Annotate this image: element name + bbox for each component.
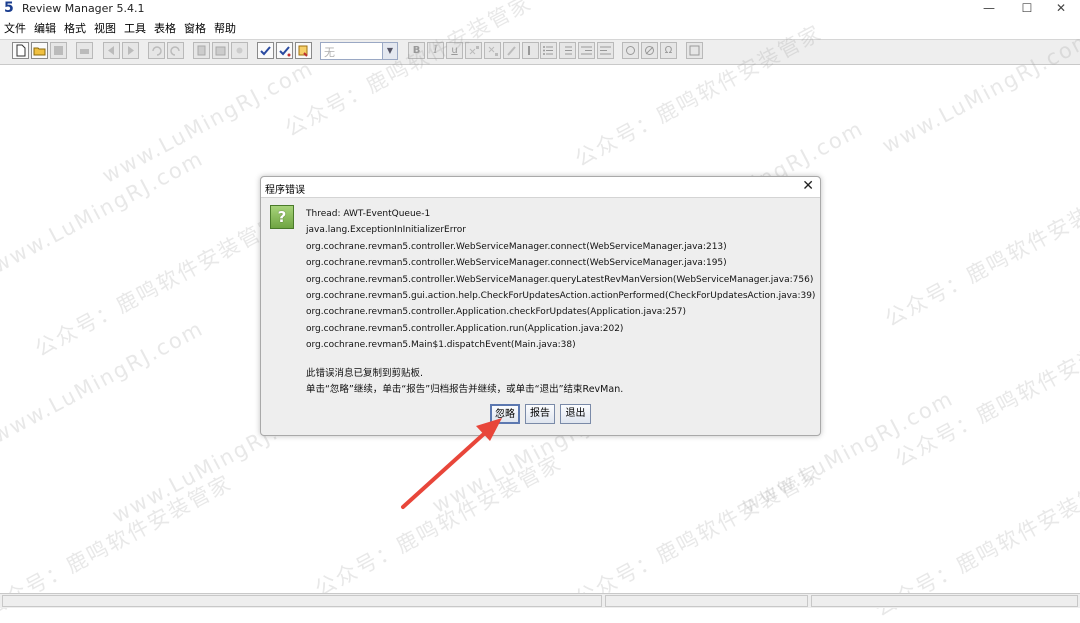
copy-icon[interactable] bbox=[193, 42, 210, 59]
checklist-icon[interactable] bbox=[295, 42, 312, 59]
paragraph-style-select[interactable]: 无 ▼ bbox=[320, 42, 398, 60]
report-button[interactable]: 报告 bbox=[525, 404, 555, 424]
cut-icon[interactable] bbox=[231, 42, 248, 59]
dialog-titlebar: 程序错误 ✕ bbox=[261, 177, 820, 198]
undo-icon[interactable] bbox=[148, 42, 165, 59]
window-title: Review Manager 5.4.1 bbox=[22, 2, 145, 15]
status-pane-right bbox=[811, 595, 1078, 607]
error-line: java.lang.ExceptionInInitializerError bbox=[306, 225, 466, 236]
error-dialog: 程序错误 ✕ ? Thread: AWT-EventQueue-1 java.l… bbox=[260, 176, 821, 436]
numbered-list-icon[interactable] bbox=[559, 42, 576, 59]
status-pane-main bbox=[2, 595, 602, 607]
chevron-down-icon[interactable]: ▼ bbox=[382, 43, 397, 59]
menu-edit[interactable]: 编辑 bbox=[30, 20, 60, 38]
exit-button[interactable]: 退出 bbox=[560, 404, 591, 424]
symbol-icon[interactable]: Ω bbox=[660, 42, 677, 59]
highlight-icon[interactable] bbox=[503, 42, 520, 59]
superscript-icon[interactable] bbox=[465, 42, 482, 59]
panel-icon[interactable] bbox=[686, 42, 703, 59]
app-logo-icon: 5 bbox=[4, 0, 14, 16]
watermark-url: www.LuMingRJ.com bbox=[0, 316, 208, 448]
menu-help[interactable]: 帮助 bbox=[210, 20, 240, 38]
print-icon[interactable] bbox=[76, 42, 93, 59]
watermark-url: www.LuMingRJ.com bbox=[98, 56, 318, 188]
dialog-close-button[interactable]: ✕ bbox=[802, 178, 814, 194]
watermark-url: www.LuMingRJ.com bbox=[0, 146, 208, 278]
unlink-icon[interactable] bbox=[641, 42, 658, 59]
window-titlebar: 5 Review Manager 5.4.1 — ☐ ✕ bbox=[0, 0, 1080, 18]
dialog-notes: 此错误消息已复制到剪贴板. 单击“忽略”继续，单击“报告”归档报告并继续，或单击… bbox=[306, 366, 623, 398]
question-icon: ? bbox=[270, 205, 294, 229]
italic-icon[interactable]: I bbox=[427, 42, 444, 59]
redo-icon[interactable] bbox=[167, 42, 184, 59]
error-line: org.cochrane.revman5.controller.WebServi… bbox=[306, 241, 727, 252]
save-icon[interactable] bbox=[50, 42, 67, 59]
watermark-account: 公众号：鹿鸣软件安装管家 bbox=[880, 180, 1080, 332]
paragraph-style-value: 无 bbox=[324, 46, 335, 59]
underline-icon[interactable]: u bbox=[446, 42, 463, 59]
open-folder-icon[interactable] bbox=[31, 42, 48, 59]
window-close-button[interactable]: ✕ bbox=[1042, 0, 1080, 18]
instructions-note: 单击“忽略”继续，单击“报告”归档报告并继续，或单击“退出”结束RevMan. bbox=[306, 384, 624, 395]
error-line: org.cochrane.revman5.Main$1.dispatchEven… bbox=[306, 340, 576, 351]
clear-format-icon[interactable] bbox=[522, 42, 539, 59]
indent-icon[interactable] bbox=[597, 42, 614, 59]
bold-icon[interactable]: B bbox=[408, 42, 425, 59]
status-bar bbox=[0, 593, 1080, 608]
menu-table[interactable]: 表格 bbox=[150, 20, 180, 38]
error-line: org.cochrane.revman5.gui.action.help.Che… bbox=[306, 290, 816, 301]
menu-bar: 文件 编辑 格式 视图 工具 表格 窗格 帮助 bbox=[0, 20, 1080, 38]
forward-icon[interactable] bbox=[122, 42, 139, 59]
error-line: org.cochrane.revman5.controller.Applicat… bbox=[306, 307, 687, 318]
watermark-account: 公众号：鹿鸣软件安装管家 bbox=[890, 320, 1080, 472]
menu-view[interactable]: 视图 bbox=[90, 20, 120, 38]
watermark-account: 公众号：鹿鸣软件安装管家 bbox=[310, 450, 566, 602]
menu-format[interactable]: 格式 bbox=[60, 20, 90, 38]
spellcheck-icon[interactable] bbox=[257, 42, 274, 59]
ignore-button[interactable]: 忽略 bbox=[490, 404, 520, 424]
error-line: org.cochrane.revman5.controller.WebServi… bbox=[306, 274, 814, 285]
bullet-list-icon[interactable] bbox=[540, 42, 557, 59]
copied-note: 此错误消息已复制到剪贴板. bbox=[306, 368, 424, 379]
dialog-title: 程序错误 bbox=[265, 185, 305, 196]
link-icon[interactable] bbox=[622, 42, 639, 59]
toolbar: 无 ▼ B I u Ω bbox=[0, 39, 1080, 65]
status-pane-middle bbox=[605, 595, 808, 607]
paste-icon[interactable] bbox=[212, 42, 229, 59]
menu-pane[interactable]: 窗格 bbox=[180, 20, 210, 38]
watermark-account: 公众号：鹿鸣软件安装管家 bbox=[570, 460, 826, 612]
error-message: Thread: AWT-EventQueue-1 java.lang.Excep… bbox=[306, 206, 816, 354]
outdent-icon[interactable] bbox=[578, 42, 595, 59]
watermark-account: 公众号：鹿鸣软件安装管家 bbox=[30, 210, 286, 362]
subscript-icon[interactable] bbox=[484, 42, 501, 59]
menu-tools[interactable]: 工具 bbox=[120, 20, 150, 38]
spellcheck-all-icon[interactable] bbox=[276, 42, 293, 59]
back-icon[interactable] bbox=[103, 42, 120, 59]
new-document-icon[interactable] bbox=[12, 42, 29, 59]
error-line: org.cochrane.revman5.controller.Applicat… bbox=[306, 323, 624, 334]
menu-file[interactable]: 文件 bbox=[0, 20, 30, 38]
error-line: org.cochrane.revman5.controller.WebServi… bbox=[306, 258, 727, 269]
error-line: Thread: AWT-EventQueue-1 bbox=[306, 209, 431, 219]
